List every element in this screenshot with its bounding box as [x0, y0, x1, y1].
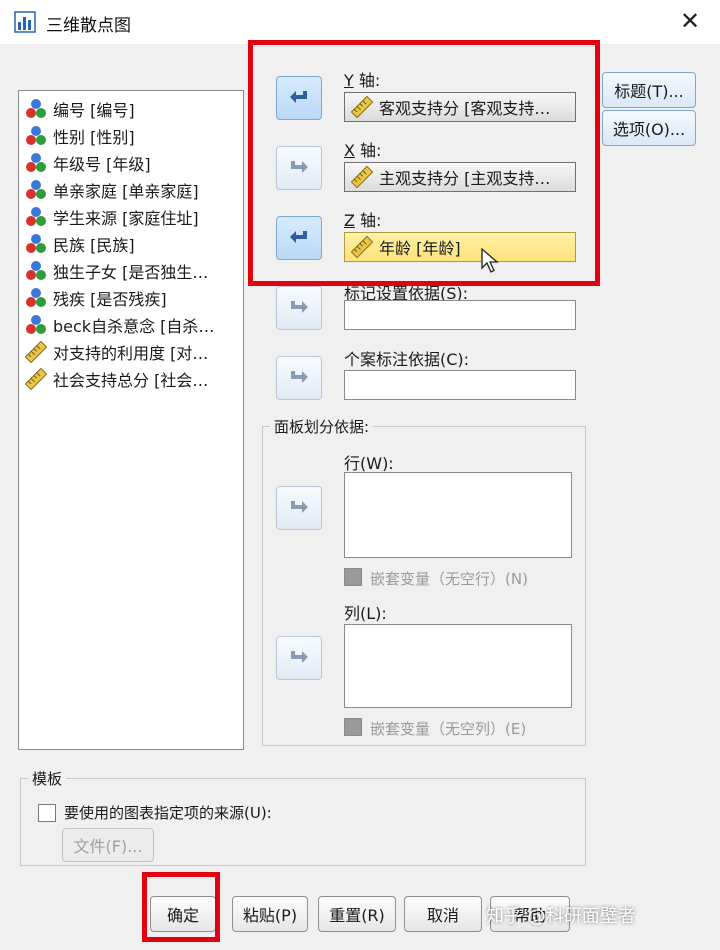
template-group-title: 模板 — [28, 768, 67, 789]
rows-label: 行(W): — [344, 454, 394, 473]
case-label-field[interactable] — [344, 370, 576, 400]
panel-group-title: 面板划分依据: — [270, 416, 374, 437]
reset-button[interactable]: 重置(R) — [318, 896, 396, 932]
variable-label: 民族 [民族] — [53, 236, 135, 255]
list-item[interactable]: 学生来源 [家庭住址] — [25, 205, 199, 229]
paste-button[interactable]: 粘贴(P) — [232, 896, 308, 932]
window-title: 三维散点图 — [46, 16, 131, 36]
variable-label: 社会支持总分 [社会… — [53, 371, 209, 390]
list-item[interactable]: 独生子女 [是否独生… — [25, 259, 208, 283]
move-to-marker-button[interactable] — [276, 286, 322, 330]
list-item[interactable]: beck自杀意念 [自杀… — [25, 313, 214, 337]
cols-nest-checkbox[interactable] — [344, 718, 362, 736]
app-icon — [14, 11, 36, 33]
list-item[interactable]: 编号 [编号] — [25, 97, 135, 121]
ok-highlight-box — [142, 872, 220, 942]
nominal-icon — [25, 98, 47, 120]
axes-highlight-box — [248, 40, 600, 286]
variable-label: 对支持的利用度 [对… — [53, 344, 209, 363]
arrow-right-icon — [287, 296, 311, 320]
variable-label: 性别 [性别] — [53, 128, 135, 147]
arrow-right-icon — [287, 646, 311, 670]
list-item[interactable]: 单亲家庭 [单亲家庭] — [25, 178, 199, 202]
nominal-icon — [25, 314, 47, 336]
arrow-right-icon — [287, 496, 311, 520]
template-checkbox-label: 要使用的图表指定项的来源(U): — [64, 804, 272, 822]
list-item[interactable]: 年级号 [年级] — [25, 151, 151, 175]
cols-label: 列(L): — [344, 604, 387, 623]
variable-label: 学生来源 [家庭住址] — [53, 209, 199, 228]
list-item[interactable]: 对支持的利用度 [对… — [25, 340, 208, 364]
move-to-cols-button[interactable] — [276, 636, 322, 680]
rows-field[interactable] — [344, 472, 572, 558]
cancel-button[interactable]: 取消 — [404, 896, 482, 932]
marker-set-label: 标记设置依据(S): — [344, 286, 469, 300]
nominal-icon — [25, 179, 47, 201]
move-to-case-label-button[interactable] — [276, 356, 322, 400]
variable-label: 残疾 [是否残疾] — [53, 290, 167, 309]
scale-icon — [25, 368, 47, 390]
variable-label: 年级号 [年级] — [53, 155, 151, 174]
close-icon[interactable]: ✕ — [676, 6, 704, 36]
scale-icon — [25, 341, 47, 363]
watermark: 知乎 @科研面壁者 — [486, 906, 636, 927]
variable-label: 编号 [编号] — [53, 101, 135, 120]
titles-button[interactable]: 标题(T)... — [602, 72, 696, 108]
nominal-icon — [25, 260, 47, 282]
nominal-icon — [25, 233, 47, 255]
variable-label: beck自杀意念 [自杀… — [53, 317, 215, 336]
variable-label: 独生子女 [是否独生… — [53, 263, 209, 282]
arrow-right-icon — [287, 366, 311, 390]
rows-nest-label: 嵌套变量（无空行）(N) — [370, 570, 528, 588]
variable-label: 单亲家庭 [单亲家庭] — [53, 182, 199, 201]
file-button[interactable]: 文件(F)... — [62, 828, 154, 862]
case-label-label: 个案标注依据(C): — [344, 350, 470, 369]
list-item[interactable]: 性别 [性别] — [25, 124, 135, 148]
list-item[interactable]: 残疾 [是否残疾] — [25, 286, 167, 310]
options-button[interactable]: 选项(O)... — [602, 110, 696, 146]
list-item[interactable]: 社会支持总分 [社会… — [25, 367, 208, 391]
cols-nest-label: 嵌套变量（无空列）(E) — [370, 720, 527, 738]
nominal-icon — [25, 206, 47, 228]
cols-field[interactable] — [344, 624, 572, 708]
nominal-icon — [25, 287, 47, 309]
template-checkbox[interactable] — [38, 804, 56, 822]
nominal-icon — [25, 125, 47, 147]
rows-nest-checkbox[interactable] — [344, 568, 362, 586]
move-to-rows-button[interactable] — [276, 486, 322, 530]
marker-set-field[interactable] — [344, 300, 576, 330]
list-item[interactable]: 民族 [民族] — [25, 232, 135, 256]
nominal-icon — [25, 152, 47, 174]
variable-list[interactable]: 编号 [编号] 性别 [性别] 年级号 [年级] 单亲家庭 [单亲家庭] 学生来… — [18, 90, 244, 750]
